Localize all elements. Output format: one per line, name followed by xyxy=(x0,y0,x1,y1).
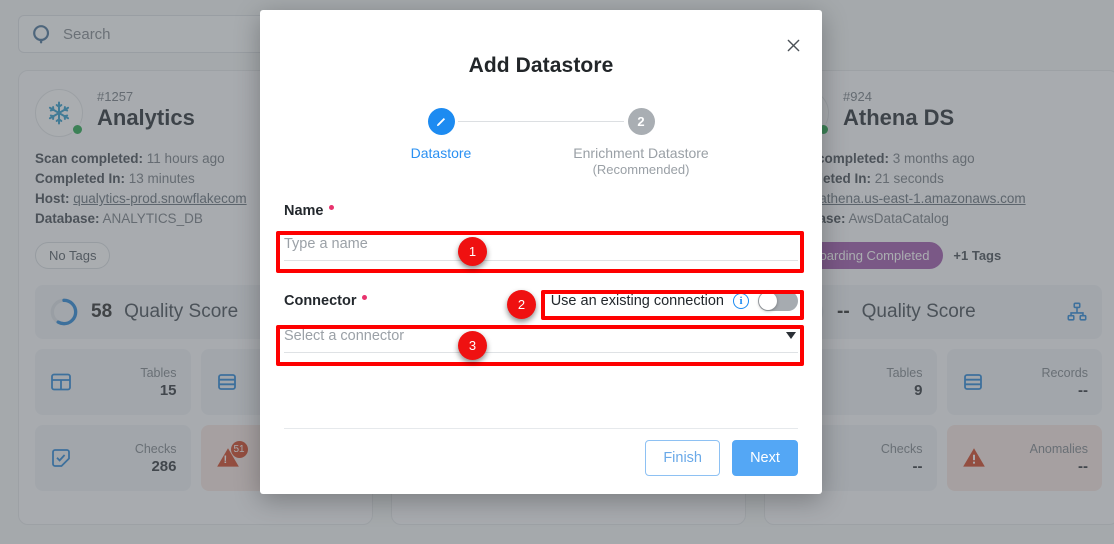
stepper: Datastore 2 Enrichment Datastore (Recomm… xyxy=(366,108,716,177)
required-dot-icon xyxy=(328,204,334,210)
connector-label-text: Connector xyxy=(284,293,357,309)
required-dot-icon xyxy=(361,294,367,300)
connector-field-label: Connector xyxy=(284,293,367,309)
existing-connection-toggle[interactable]: Use an existing connection i xyxy=(551,291,798,311)
name-label-text: Name xyxy=(284,203,324,219)
finish-button[interactable]: Finish xyxy=(645,440,720,476)
pencil-icon xyxy=(427,108,455,135)
step-enrichment-datastore[interactable]: 2 Enrichment Datastore (Recommended) xyxy=(566,108,716,177)
page-title: Add Datastore xyxy=(468,54,614,77)
annotation-badge-3: 3 xyxy=(458,331,487,360)
datastore-form: Name Connector Use an existing connectio… xyxy=(260,177,822,353)
close-icon[interactable] xyxy=(782,34,804,56)
name-input[interactable] xyxy=(284,227,798,261)
annotation-badge-1: 1 xyxy=(458,237,487,266)
footer-divider xyxy=(284,428,798,429)
next-button[interactable]: Next xyxy=(732,440,798,476)
step-number-badge: 2 xyxy=(627,108,655,135)
screen: Search xyxy=(0,0,1114,544)
toggle-switch[interactable] xyxy=(758,291,798,311)
step-label: Enrichment Datastore xyxy=(573,145,709,161)
chevron-down-icon xyxy=(786,332,796,339)
step-label: Datastore xyxy=(410,145,472,161)
info-icon[interactable]: i xyxy=(733,293,749,309)
name-field-label: Name xyxy=(284,203,798,219)
step-datastore[interactable]: Datastore xyxy=(366,108,516,177)
annotation-badge-2: 2 xyxy=(507,290,536,319)
dialog-footer: Finish Next xyxy=(645,440,798,476)
existing-connection-label: Use an existing connection xyxy=(550,293,724,309)
connector-placeholder: Select a connector xyxy=(284,327,405,344)
connector-row: Connector Use an existing connection i xyxy=(284,291,798,311)
toggle-knob xyxy=(759,292,777,310)
step-sublabel: (Recommended) xyxy=(592,162,690,177)
connector-select[interactable]: Select a connector xyxy=(284,319,798,353)
add-datastore-dialog: Add Datastore Datastore 2 Enrichment Dat… xyxy=(260,10,822,494)
